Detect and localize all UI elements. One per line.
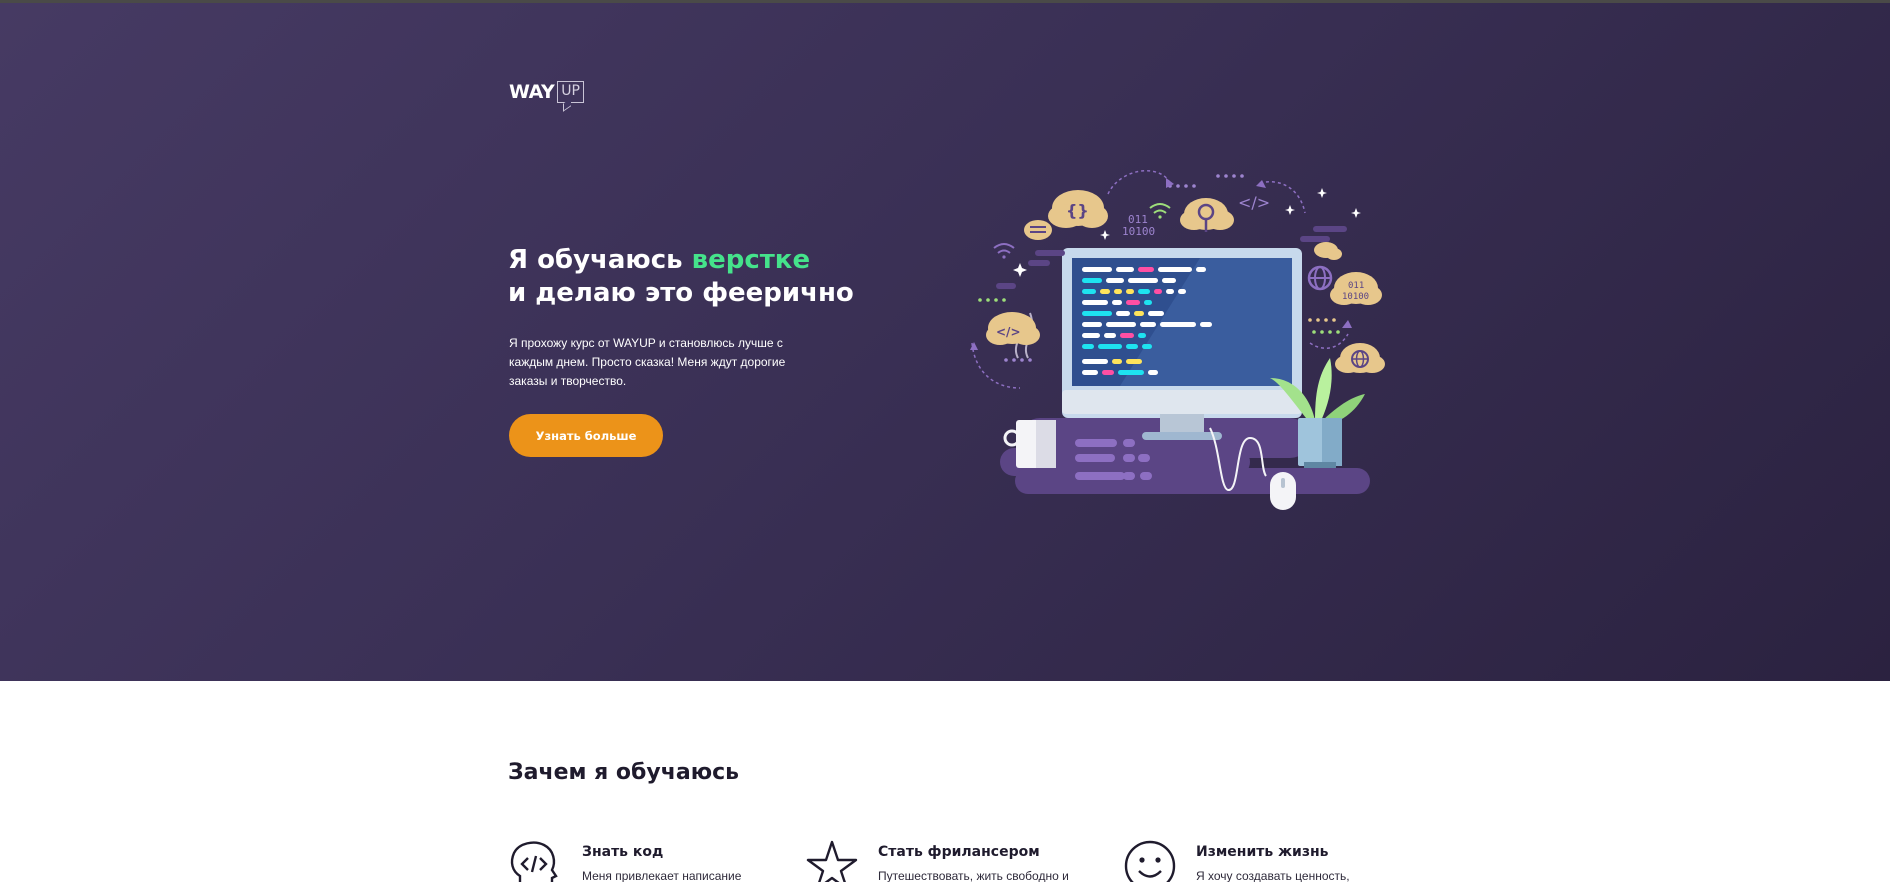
reason-title: Стать фрилансером — [878, 844, 1040, 860]
wifi-icon-left — [993, 243, 1015, 259]
reason-item-life: Изменить жизнь Я хочу создавать ценность… — [1122, 838, 1350, 882]
globe-icon — [1307, 265, 1333, 291]
smile-icon — [1124, 840, 1176, 882]
star-icon — [806, 840, 858, 882]
reason-title: Знать код — [582, 844, 664, 860]
svg-text:{}: {} — [1066, 201, 1089, 220]
monitor — [1062, 248, 1302, 440]
reason-item-code: Знать код Меня привлекает написание — [508, 838, 741, 882]
reason-text: Я хочу создавать ценность, — [1196, 869, 1350, 882]
svg-text:011: 011 — [1348, 281, 1364, 291]
logo-way-text: WAY — [509, 81, 555, 103]
hero-title-part1: Я обучаюсь — [508, 245, 692, 275]
cloud-binary-icon: 011 10100 — [1330, 272, 1382, 305]
cloud-chat-icon — [1024, 220, 1052, 240]
reason-item-freelance: Стать фрилансером Путешествовать, жить с… — [804, 838, 1069, 882]
reasons-title: Зачем я обучаюсь — [508, 760, 740, 785]
logo-up-badge: UP — [557, 81, 584, 103]
code-head-icon — [510, 841, 558, 882]
hero-description: Я прохожу курс от WAYUP и становлюсь луч… — [509, 336, 786, 388]
reason-text: Меня привлекает написание — [582, 869, 742, 882]
cloud-globe-icon — [1335, 343, 1385, 373]
cloud-small — [1314, 242, 1342, 260]
svg-text:</>: </> — [996, 325, 1021, 339]
cloud-braces-icon: {} — [1048, 190, 1108, 228]
wifi-icon — [1149, 203, 1171, 219]
code-tag-text: </> — [1238, 193, 1270, 212]
hero-title-line2: и делаю это феерично — [508, 278, 854, 308]
reason-text: Путешествовать, жить свободно и — [878, 869, 1069, 882]
developer-desk-illustration: {} </> 011 10100 011 10100 </> — [970, 169, 1385, 510]
logo[interactable]: WAY UP — [509, 81, 584, 103]
cloud-search-icon — [1180, 198, 1234, 232]
binary-text-long: 10100 — [1122, 225, 1155, 238]
hero-title-accent: верстке — [691, 245, 811, 275]
svg-text:10100: 10100 — [1342, 292, 1369, 302]
learn-more-button[interactable]: Узнать больше — [509, 414, 663, 457]
hero-section: WAY UP Я обучаюсь верстке и делаю это фе… — [0, 3, 1890, 681]
hero-title: Я обучаюсь верстке и делаю это феерично — [508, 244, 928, 310]
reason-title: Изменить жизнь — [1196, 844, 1329, 860]
